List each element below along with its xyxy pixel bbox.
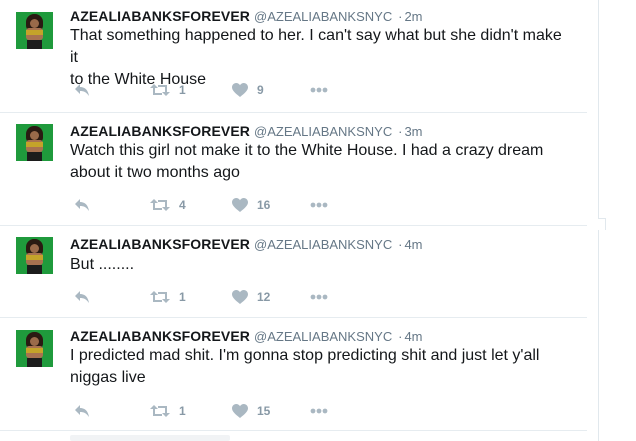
reply-button[interactable] [74,195,90,215]
retweet-button[interactable]: 1 [150,287,186,307]
more-dots-icon [310,202,328,208]
column-divider-notch [598,218,606,230]
tweet-text-line: That something happened to her. I can't … [70,27,562,66]
tweet-text-line: Watch this girl not make it to the White… [70,142,544,159]
author-handle[interactable]: @AZEALIABANKSNYC [254,237,392,252]
tweet-timestamp[interactable]: 4m [404,329,422,344]
tweet-actions: 4 16 [70,195,370,215]
reply-icon [74,290,90,304]
author-handle[interactable]: @AZEALIABANKSNYC [254,329,392,344]
reply-button[interactable] [74,287,90,307]
like-count: 15 [257,404,271,418]
author-name[interactable]: AZEALIABANKSFOREVER [70,8,250,24]
tweet-header: AZEALIABANKSFOREVER @AZEALIABANKSNYC · 2m [70,8,423,25]
next-tweet-partial [70,435,230,441]
avatar[interactable] [16,124,53,161]
like-count: 9 [257,83,264,97]
author-handle[interactable]: @AZEALIABANKSNYC [254,9,392,24]
tweet-header: AZEALIABANKSFOREVER @AZEALIABANKSNYC · 4m [70,328,423,345]
tweet-text-line: about it two months ago [70,164,240,181]
like-button[interactable]: 16 [232,195,270,215]
retweet-icon [150,404,170,418]
reply-button[interactable] [74,80,90,100]
tweet-text: I predicted mad shit. I'm gonna stop pre… [70,345,570,389]
author-name[interactable]: AZEALIABANKSFOREVER [70,236,250,252]
retweet-count: 1 [179,290,186,304]
tweet-actions: 1 9 [70,80,370,100]
tweet[interactable]: AZEALIABANKSFOREVER @AZEALIABANKSNYC · 3m … [0,113,587,226]
tweet-text-line: niggas live [70,369,146,386]
retweet-count: 1 [179,83,186,97]
avatar[interactable] [16,330,53,367]
tweet-text: But ........ [70,254,570,276]
separator: · [398,9,403,24]
author-handle[interactable]: @AZEALIABANKSNYC [254,124,392,139]
reply-icon [74,83,90,97]
tweet-timestamp[interactable]: 2m [404,9,422,24]
author-name[interactable]: AZEALIABANKSFOREVER [70,123,250,139]
heart-icon [232,83,248,97]
tweet-timeline: AZEALIABANKSFOREVER @AZEALIABANKSNYC · 2m … [0,0,587,441]
retweet-button[interactable]: 1 [150,401,186,421]
heart-icon [232,198,248,212]
more-button[interactable] [310,195,328,215]
like-button[interactable]: 12 [232,287,270,307]
like-count: 16 [257,198,271,212]
retweet-icon [150,198,170,212]
heart-icon [232,404,248,418]
more-button[interactable] [310,287,328,307]
reply-icon [74,198,90,212]
retweet-button[interactable]: 1 [150,80,186,100]
retweet-icon [150,83,170,97]
retweet-icon [150,290,170,304]
tweet-timestamp[interactable]: 3m [404,124,422,139]
avatar[interactable] [16,12,53,49]
more-button[interactable] [310,401,328,421]
retweet-count: 4 [179,198,186,212]
tweet[interactable]: AZEALIABANKSFOREVER @AZEALIABANKSNYC · 2m … [0,0,587,113]
tweet-header: AZEALIABANKSFOREVER @AZEALIABANKSNYC · 3m [70,123,423,140]
tweet-text-line: But ........ [70,256,135,273]
reply-icon [74,404,90,418]
tweet-actions: 1 15 [70,401,370,421]
retweet-button[interactable]: 4 [150,195,186,215]
tweet[interactable]: AZEALIABANKSFOREVER @AZEALIABANKSNYC · 4m … [0,226,587,318]
separator: · [398,329,403,344]
reply-button[interactable] [74,401,90,421]
more-button[interactable] [310,80,328,100]
tweet-header: AZEALIABANKSFOREVER @AZEALIABANKSNYC · 4m [70,236,423,253]
tweet[interactable]: AZEALIABANKSFOREVER @AZEALIABANKSNYC · 4m … [0,318,587,431]
like-button[interactable]: 15 [232,401,270,421]
heart-icon [232,290,248,304]
tweet-timestamp[interactable]: 4m [404,237,422,252]
like-count: 12 [257,290,271,304]
separator: · [398,124,403,139]
tweet-text-line: I predicted mad shit. I'm gonna stop pre… [70,347,540,364]
more-dots-icon [310,294,328,300]
separator: · [398,237,403,252]
like-button[interactable]: 9 [232,80,264,100]
tweet-text: Watch this girl not make it to the White… [70,140,570,184]
retweet-count: 1 [179,404,186,418]
avatar[interactable] [16,237,53,274]
author-name[interactable]: AZEALIABANKSFOREVER [70,328,250,344]
more-dots-icon [310,87,328,93]
tweet-actions: 1 12 [70,287,370,307]
more-dots-icon [310,408,328,414]
